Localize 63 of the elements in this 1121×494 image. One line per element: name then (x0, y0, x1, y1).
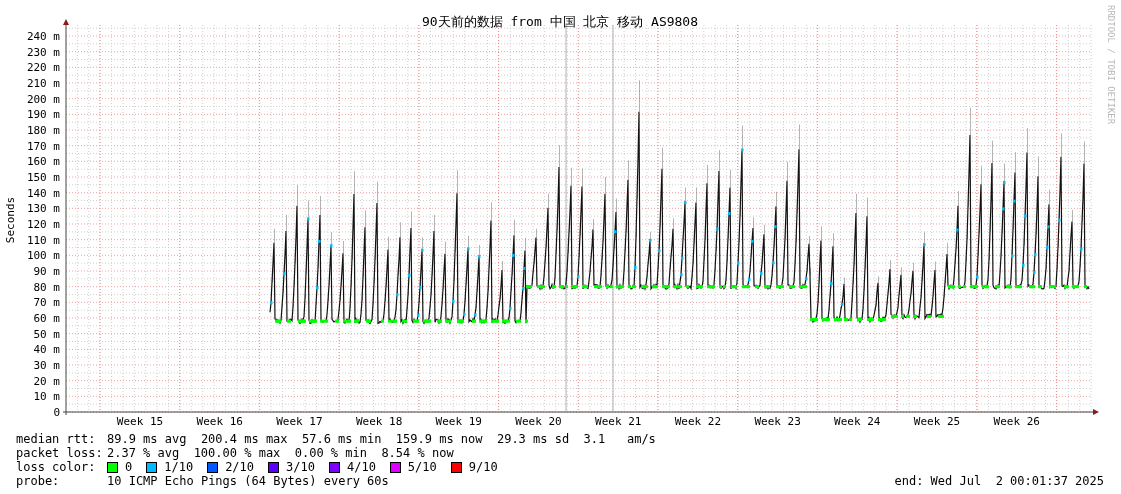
legend-item-label: 9/10 (468, 460, 498, 474)
stat-value: 29.3 ms sd (496, 432, 570, 446)
y-axis-tick-label: 90 m (33, 265, 60, 278)
y-axis-tick-label: 170 m (26, 139, 60, 153)
stat-value: 57.6 ms min (301, 432, 382, 446)
stat-value: 100.00 % max (193, 446, 281, 460)
x-axis-tick-label: Week 26 (993, 415, 1040, 428)
stat-label: packet loss: (16, 446, 104, 460)
x-axis-tick-label: Week 18 (355, 415, 403, 428)
y-axis-tick-label: 20 m (33, 374, 60, 388)
stat-value: 8.54 % now (381, 446, 454, 460)
y-axis-tick-label: 220 m (26, 61, 60, 75)
y-axis-tick-label: 150 m (26, 171, 60, 184)
y-axis-tick-label: 140 m (26, 186, 60, 200)
probe-value: 10 ICMP Echo Pings (64 Bytes) every 60s (107, 474, 389, 488)
y-axis-tick-label: 120 m (26, 218, 60, 231)
y-axis-tick-label: 110 m (26, 233, 60, 247)
credit-text: RRDTOOL / TOBI OETIKER (1106, 5, 1116, 125)
y-axis-tick-label: 10 m (33, 390, 60, 404)
legend-label: loss color: (16, 460, 97, 474)
y-axis-tick-label: 100 m (26, 249, 60, 263)
y-axis-tick-label: 230 m (26, 45, 60, 59)
y-axis-title: Seconds (4, 196, 17, 244)
legend-item-label: 5/10 (407, 460, 437, 474)
x-axis-tick-label: Week 16 (196, 415, 243, 428)
y-axis-tick-label: 130 m (26, 202, 60, 216)
stat-value: 2.37 % avg (107, 446, 180, 460)
y-axis-tick-label: 0 (53, 406, 60, 419)
probe-label: probe: (16, 474, 61, 488)
y-axis-tick-label: 160 m (26, 155, 60, 169)
x-axis-tick-label: Week 19 (435, 415, 482, 428)
y-axis-tick-label: 180 m (26, 124, 60, 137)
legend-item-label: 0 (125, 460, 133, 474)
x-axis-tick-label: Week 17 (276, 415, 323, 428)
x-axis-tick-label: Week 24 (834, 415, 881, 428)
x-axis-tick-label: Week 25 (913, 415, 961, 428)
x-axis-tick-label: Week 21 (595, 415, 642, 428)
y-axis-tick-label: 30 m (33, 359, 60, 372)
stat-value: 159.9 ms now (395, 432, 483, 446)
y-axis-tick-label: 50 m (33, 327, 60, 341)
stat-label: median rtt: (16, 432, 97, 446)
legend-item-label: 3/10 (286, 460, 315, 474)
legend-item-label: 2/10 (225, 460, 255, 474)
stat-value: 200.4 ms max (200, 432, 288, 446)
y-axis-tick-label: 240 m (26, 30, 60, 43)
y-axis-tick-label: 60 m (33, 312, 60, 325)
stat-value: 89.9 ms avg (107, 432, 187, 446)
end-time: end: Wed Jul 2 00:01:37 2025 (894, 474, 1104, 488)
stat-value: 0.00 % min (294, 446, 367, 460)
y-axis-tick-label: 210 m (26, 77, 60, 90)
graph-title: 90天前的数据 from 中国 北京 移动 AS9808 (421, 14, 699, 29)
y-axis-tick-label: 200 m (26, 92, 60, 106)
stat-value: 3.1 am/s (583, 432, 656, 446)
x-axis-tick-label: Week 20 (515, 415, 562, 428)
x-axis-tick-label: Week 22 (674, 415, 722, 428)
y-axis-tick-label: 40 m (33, 343, 60, 357)
y-axis-tick-label: 190 m (26, 108, 60, 122)
legend-item-label: 4/10 (346, 460, 376, 474)
legend-item-label: 1/10 (164, 460, 194, 474)
x-axis-tick-label: Week 23 (754, 415, 801, 428)
y-axis-tick-label: 80 m (33, 280, 60, 294)
y-axis-tick-label: 70 m (33, 296, 60, 310)
x-axis-tick-label: Week 15 (116, 415, 164, 428)
